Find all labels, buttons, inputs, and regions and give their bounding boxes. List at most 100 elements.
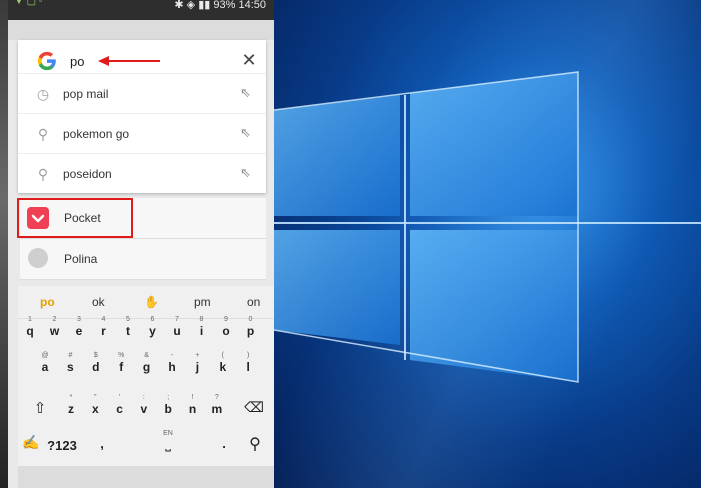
key-d[interactable]: $ d bbox=[86, 352, 106, 374]
key-w[interactable]: 2w bbox=[45, 316, 65, 338]
key-h[interactable]: -h bbox=[162, 352, 182, 374]
backspace-key-icon[interactable]: ⌫ bbox=[242, 399, 266, 419]
key-hint: ( bbox=[221, 352, 224, 359]
key-letter: j bbox=[195, 360, 200, 374]
key-l[interactable]: ) l bbox=[238, 352, 258, 374]
close-icon[interactable]: ✕ bbox=[238, 49, 260, 71]
prediction-3[interactable]: pm bbox=[194, 295, 211, 309]
key-o[interactable]: 9o bbox=[216, 316, 236, 338]
key-z[interactable]: * z bbox=[61, 394, 81, 416]
notification-icons: ▼ ▢ ◦ bbox=[14, 0, 43, 7]
key-hint: * bbox=[69, 394, 73, 401]
key-letter: v bbox=[140, 402, 148, 416]
battery-level: 93% bbox=[213, 0, 236, 11]
key-hint: 6 bbox=[150, 316, 155, 323]
key-m[interactable]: ? m bbox=[207, 394, 227, 416]
key-hint: + bbox=[195, 352, 200, 359]
key-n[interactable]: ! n bbox=[183, 394, 203, 416]
key-letter: c bbox=[116, 402, 123, 416]
key-letter: y bbox=[149, 324, 156, 338]
key-hint: ' bbox=[118, 394, 121, 401]
key-hint: ) bbox=[247, 352, 250, 359]
suggestion-text: poseidon bbox=[63, 167, 112, 181]
key-q[interactable]: 1q bbox=[20, 316, 40, 338]
key-k[interactable]: (k bbox=[213, 352, 233, 374]
prediction-4[interactable]: on bbox=[247, 295, 260, 309]
key-hint: 4 bbox=[101, 316, 106, 323]
fill-query-arrow-icon[interactable]: ⇖ bbox=[240, 85, 254, 101]
key-hint: 0 bbox=[248, 316, 253, 323]
suggestion-pop-mail[interactable]: ◷ pop mail ⇖ bbox=[18, 73, 266, 114]
key-g[interactable]: & g bbox=[137, 352, 157, 374]
key-hint: % bbox=[118, 352, 125, 359]
key-t[interactable]: 5t bbox=[118, 316, 138, 338]
key-letter: d bbox=[92, 360, 100, 374]
suggestion-pokemon-go[interactable]: ⚲ pokemon go ⇖ bbox=[18, 113, 266, 154]
key-letter: w bbox=[49, 324, 60, 338]
suggestion-poseidon[interactable]: ⚲ poseidon ⇖ bbox=[18, 153, 266, 194]
fill-query-arrow-icon[interactable]: ⇖ bbox=[240, 125, 254, 141]
shift-key-icon[interactable]: ⇧ bbox=[28, 399, 52, 419]
key-hint: - bbox=[170, 352, 174, 359]
key-v[interactable]: :v bbox=[134, 394, 154, 416]
key-hint: ; bbox=[167, 394, 170, 401]
key-a[interactable]: @ a bbox=[35, 352, 55, 374]
key-hint: 5 bbox=[126, 316, 130, 323]
key-letter: p bbox=[246, 324, 255, 338]
prediction-bar: po ok ✋ pm on bbox=[18, 286, 274, 319]
search-icon: ⚲ bbox=[37, 166, 49, 182]
suggestion-text: pokemon go bbox=[63, 127, 130, 141]
result-label: Polina bbox=[64, 252, 98, 266]
key-e[interactable]: 3e bbox=[69, 316, 89, 338]
key-letter: t bbox=[126, 324, 130, 338]
key-f[interactable]: % f bbox=[111, 352, 131, 374]
period-key[interactable]: . bbox=[214, 436, 234, 456]
search-icon: ⚲ bbox=[37, 126, 49, 142]
annotation-arrow-icon bbox=[98, 56, 160, 66]
symbols-key[interactable]: ?123 bbox=[42, 438, 82, 458]
key-hint: & bbox=[144, 352, 149, 359]
google-logo-icon bbox=[37, 51, 56, 71]
key-c[interactable]: ' c bbox=[110, 394, 130, 416]
prediction-2[interactable]: ok bbox=[92, 295, 105, 309]
key-i[interactable]: 8i bbox=[192, 316, 212, 338]
key-hint: @ bbox=[41, 352, 49, 359]
key-hint: " bbox=[94, 394, 97, 401]
key-j[interactable]: + j bbox=[187, 352, 207, 374]
key-letter: q bbox=[26, 324, 34, 338]
navigation-bar bbox=[18, 466, 274, 488]
space-bar-icon: ⎵ bbox=[165, 435, 171, 451]
key-hint: 9 bbox=[224, 316, 228, 323]
key-hint: 3 bbox=[77, 316, 81, 323]
fill-query-arrow-icon[interactable]: ⇖ bbox=[240, 165, 254, 181]
key-hint: 8 bbox=[199, 316, 204, 323]
key-letter: f bbox=[119, 360, 124, 374]
phone-screen: ▼ ▢ ◦ ✱ ◈ ▮▮ 93% 14:50 ✕ ◷ pop mail ⇖ ⚲ … bbox=[8, 0, 274, 488]
key-letter: z bbox=[68, 402, 74, 416]
key-letter: i bbox=[199, 324, 204, 338]
key-hint: 2 bbox=[52, 316, 57, 323]
comma-key[interactable]: , bbox=[92, 436, 112, 456]
prediction-1[interactable]: po bbox=[40, 295, 55, 309]
key-letter: h bbox=[168, 360, 176, 374]
key-b[interactable]: ; b bbox=[158, 394, 178, 416]
avatar bbox=[28, 248, 48, 268]
space-key[interactable]: EN ⎵ bbox=[118, 430, 218, 458]
result-polina[interactable]: Polina bbox=[20, 239, 266, 280]
key-p[interactable]: 0p bbox=[241, 316, 261, 338]
key-letter: k bbox=[219, 360, 227, 374]
key-u[interactable]: 7u bbox=[167, 316, 187, 338]
key-hint: : bbox=[142, 394, 145, 401]
key-s[interactable]: # s bbox=[60, 352, 80, 374]
key-x[interactable]: " x bbox=[85, 394, 105, 416]
handwriting-icon[interactable]: ✍ bbox=[22, 434, 39, 456]
key-r[interactable]: 4r bbox=[94, 316, 114, 338]
key-letter: a bbox=[41, 360, 49, 374]
key-y[interactable]: 6y bbox=[143, 316, 163, 338]
key-hint: 1 bbox=[28, 316, 32, 323]
keyboard: po ok ✋ pm on 1q2w3e4r5t6y7u8i9o0p @ a # s $… bbox=[18, 286, 274, 488]
key-hint: ! bbox=[191, 394, 194, 401]
status-right: ✱ ◈ ▮▮ 93% 14:50 bbox=[174, 0, 266, 11]
search-key-icon[interactable]: ⚲ bbox=[244, 434, 266, 456]
emoji-icon[interactable]: ✋ bbox=[144, 295, 159, 309]
